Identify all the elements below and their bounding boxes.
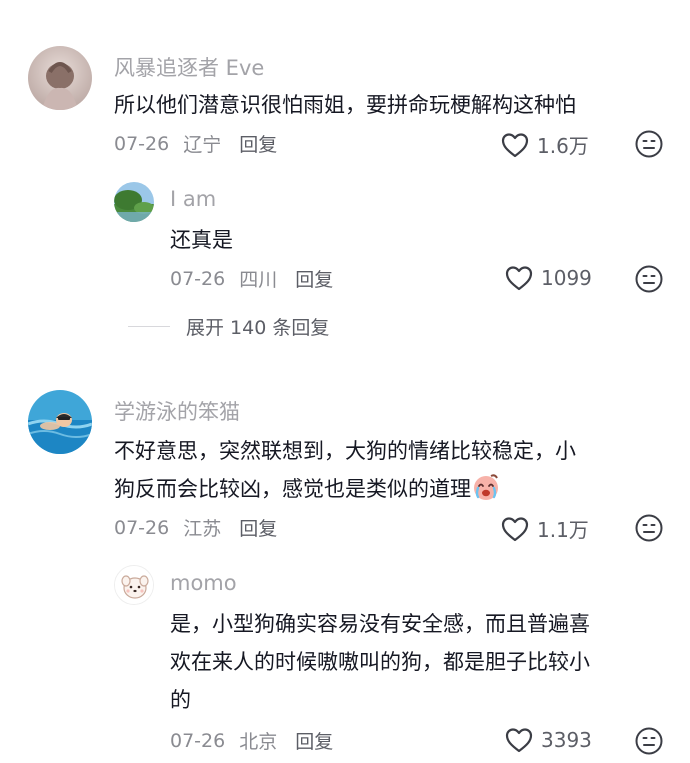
reply-location: 四川	[239, 269, 278, 291]
comment-date: 07-26	[114, 132, 170, 155]
reply-text-line: 的	[170, 688, 191, 712]
comment-text-line: 不好意思，突然联想到，大狗的情绪比较稳定，小	[114, 439, 576, 463]
heart-outline-icon	[501, 516, 529, 541]
avatar[interactable]	[114, 565, 154, 605]
comment-text-line: 狗反而会比较凶，感觉也是类似的道理	[114, 470, 674, 508]
reply-button[interactable]: 回复	[295, 727, 333, 754]
like-button[interactable]: 1.6万	[501, 130, 589, 159]
like-button[interactable]: 1.1万	[501, 514, 589, 543]
like-count: 1099	[541, 266, 592, 290]
meh-face-icon[interactable]	[634, 726, 664, 756]
avatar[interactable]	[28, 46, 92, 110]
reply-text-line: 欢在来人的时候嗷嗷叫的狗，都是胆子比较小	[170, 650, 590, 674]
reply-meta: 07-26 北京 回复	[170, 727, 333, 754]
meh-face-icon[interactable]	[634, 264, 664, 294]
reply-button[interactable]: 回复	[239, 130, 277, 157]
comment-text: 所以他们潜意识很怕雨姐，要拼命玩梗解构这种怕	[114, 93, 576, 117]
comment-location: 江苏	[183, 518, 222, 540]
heart-outline-icon	[505, 728, 533, 753]
comment-meta: 07-26 辽宁 回复	[114, 130, 277, 157]
reply-meta: 07-26 四川 回复	[170, 265, 333, 292]
reply-button[interactable]: 回复	[239, 514, 277, 541]
divider	[128, 326, 170, 327]
username[interactable]: momo	[170, 571, 237, 595]
comment-location: 辽宁	[183, 134, 222, 156]
reply-date: 07-26	[170, 267, 226, 290]
username[interactable]: 学游泳的笨猫	[114, 396, 240, 426]
username[interactable]: I am	[170, 187, 216, 211]
meh-face-icon[interactable]	[634, 513, 664, 543]
avatar[interactable]	[28, 390, 92, 454]
reply-text-line: 是，小型狗确实容易没有安全感，而且普遍喜	[170, 612, 590, 636]
reply-text: 是，小型狗确实容易没有安全感，而且普遍喜 欢在来人的时候嗷嗷叫的狗，都是胆子比较…	[170, 605, 670, 719]
like-button[interactable]: 1099	[505, 265, 592, 291]
heart-outline-icon	[505, 266, 533, 291]
comment-text: 不好意思，突然联想到，大狗的情绪比较稳定，小 狗反而会比较凶，感觉也是类似的道理	[114, 432, 674, 508]
reply-date: 07-26	[170, 729, 226, 752]
comment-date: 07-26	[114, 516, 170, 539]
meh-face-icon[interactable]	[634, 129, 664, 159]
reply-text: 还真是	[170, 228, 233, 252]
comment-meta: 07-26 江苏 回复	[114, 514, 277, 541]
heart-outline-icon	[501, 132, 529, 157]
reply-button[interactable]: 回复	[295, 265, 333, 292]
expand-replies-button[interactable]: 展开 140 条回复	[128, 313, 329, 340]
like-count: 1.6万	[537, 134, 589, 158]
avatar[interactable]	[114, 182, 154, 222]
crying-laugh-emoji	[471, 472, 501, 502]
expand-replies-label: 展开 140 条回复	[186, 317, 330, 339]
like-button[interactable]: 3393	[505, 727, 592, 753]
username[interactable]: 风暴追逐者 Eve	[114, 52, 264, 82]
like-count: 3393	[541, 728, 592, 752]
like-count: 1.1万	[537, 518, 589, 542]
reply-location: 北京	[239, 731, 278, 753]
